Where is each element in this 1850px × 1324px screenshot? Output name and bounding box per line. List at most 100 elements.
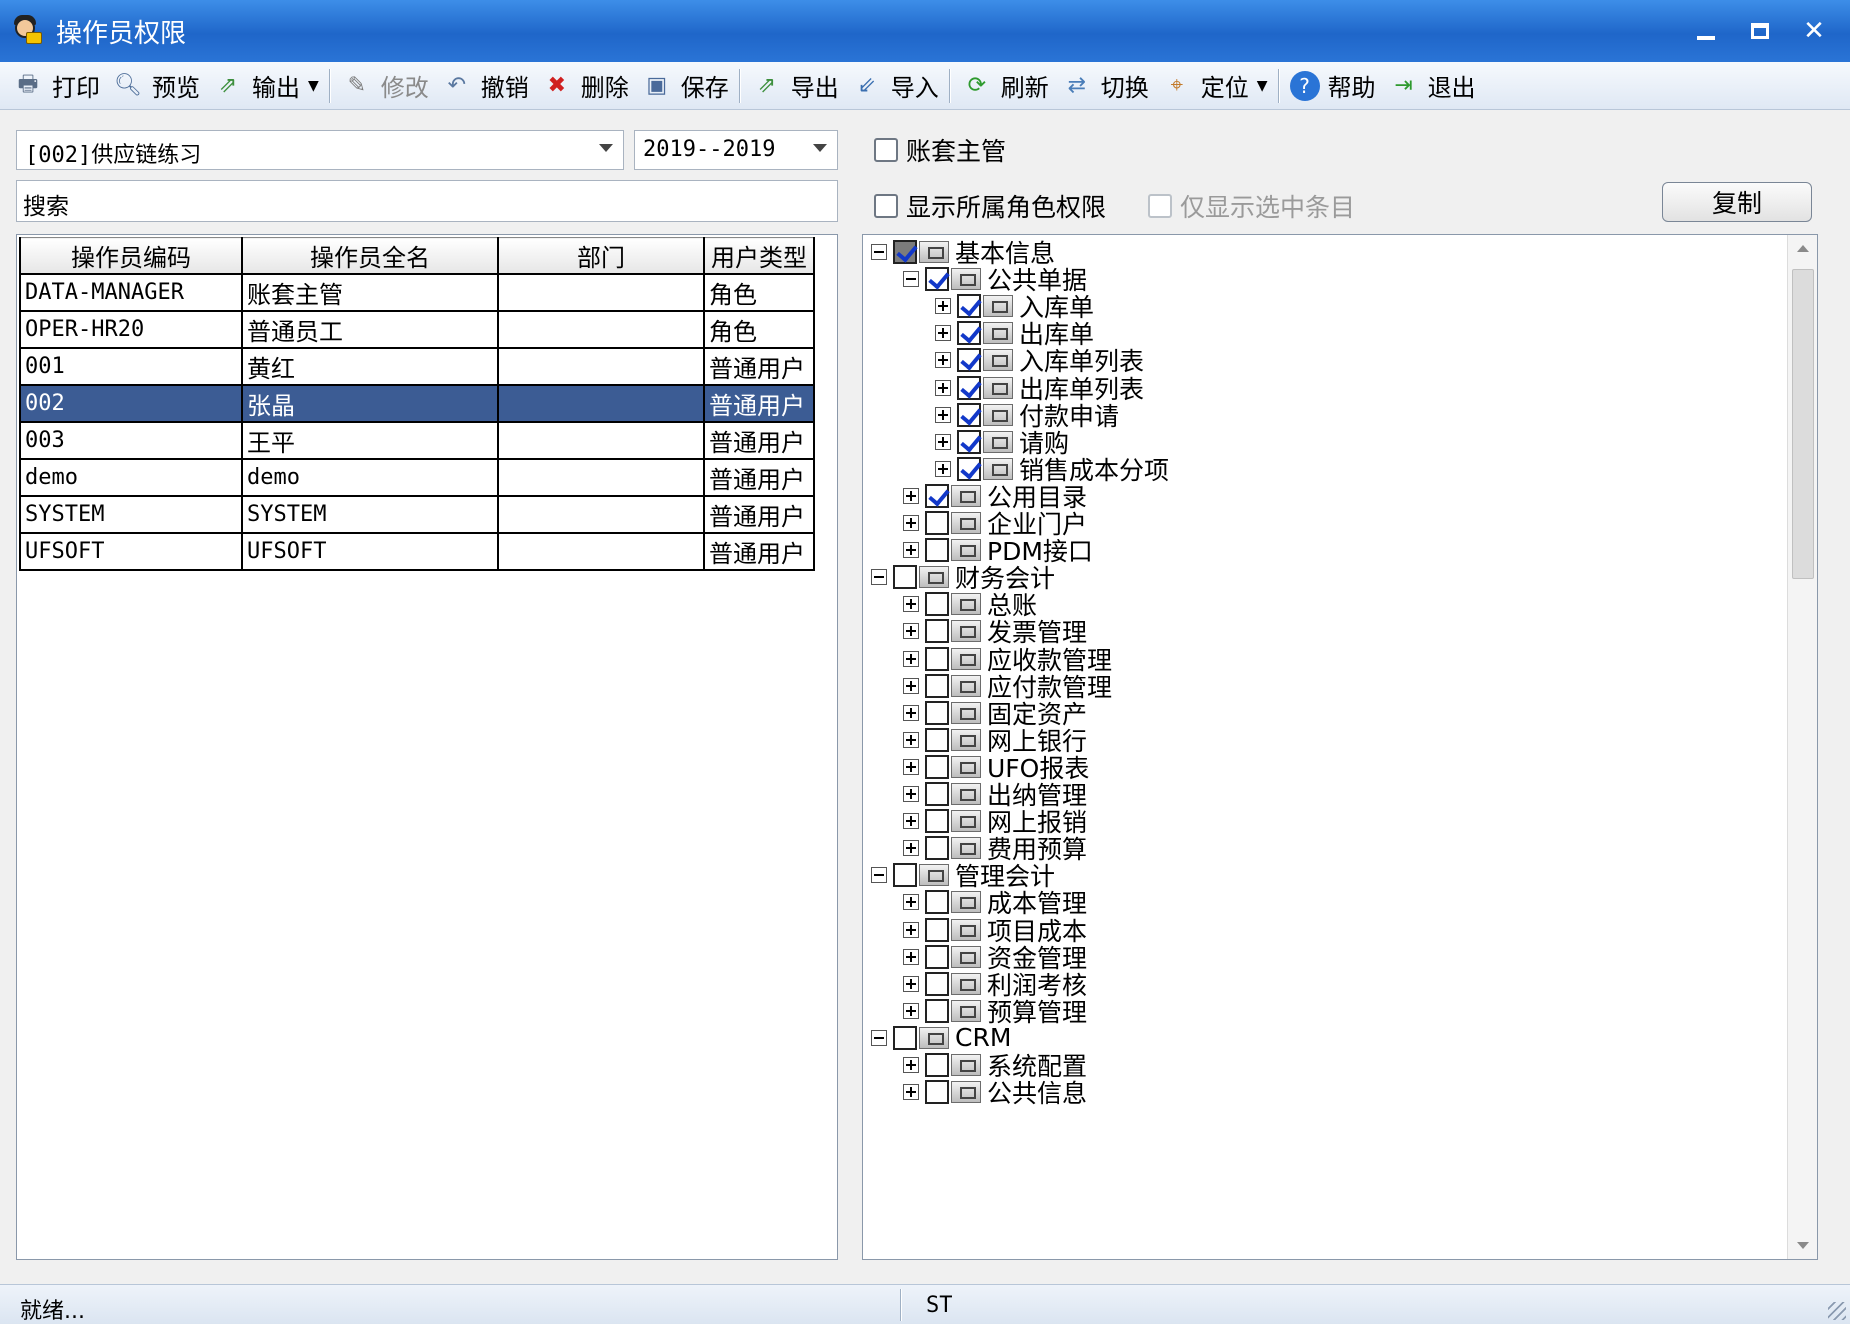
tree-expand-icon[interactable] — [903, 487, 919, 504]
tree-expand-icon[interactable] — [903, 677, 919, 694]
tree-checkbox[interactable] — [957, 429, 981, 454]
tree-checkbox[interactable] — [925, 700, 949, 725]
tree-node[interactable]: 公共信息 — [903, 1077, 1087, 1108]
column-header-dept[interactable]: 部门 — [497, 237, 705, 275]
print-button[interactable]: 🖶 打印 — [6, 65, 106, 107]
tree-checkbox[interactable] — [957, 402, 981, 427]
export-button[interactable]: ⇗ 导出 — [745, 65, 845, 107]
tree-node[interactable]: 预算管理 — [903, 996, 1087, 1027]
tree-checkbox[interactable] — [925, 754, 949, 779]
table-row[interactable]: OPER-HR20 普通员工 角色 — [19, 310, 815, 349]
tree-expand-icon[interactable] — [903, 813, 919, 830]
tree-checkbox[interactable] — [925, 727, 949, 752]
tree-collapse-icon[interactable] — [871, 244, 887, 260]
tree-checkbox[interactable] — [957, 456, 981, 481]
exit-button[interactable]: ⇥ 退出 — [1382, 65, 1482, 107]
tree-expand-icon[interactable] — [935, 406, 951, 423]
tree-checkbox[interactable] — [957, 348, 981, 373]
account-select[interactable]: [002]供应链练习 — [16, 130, 624, 170]
resize-grip-icon[interactable] — [1828, 1302, 1846, 1320]
refresh-button[interactable]: ⟳ 刷新 — [955, 65, 1055, 107]
help-button[interactable]: ? 帮助 — [1284, 65, 1382, 107]
tree-expand-icon[interactable] — [903, 948, 919, 965]
tree-expand-icon[interactable] — [935, 433, 951, 450]
tree-expand-icon[interactable] — [935, 379, 951, 396]
output-button[interactable]: ⇗ 输出 ▼ — [206, 65, 325, 107]
scroll-up-icon[interactable] — [1797, 245, 1809, 252]
locate-button[interactable]: ⌖ 定位 ▼ — [1155, 65, 1274, 107]
tree-checkbox[interactable] — [893, 565, 917, 590]
tree-checkbox[interactable] — [893, 863, 917, 888]
tree-expand-icon[interactable] — [903, 1002, 919, 1019]
tree-expand-icon[interactable] — [903, 542, 919, 559]
column-header-type[interactable]: 用户类型 — [703, 237, 815, 275]
tree-checkbox[interactable] — [925, 1053, 949, 1077]
column-header-code[interactable]: 操作员编码 — [19, 237, 243, 275]
scroll-thumb[interactable] — [1792, 269, 1814, 579]
tree-checkbox[interactable] — [925, 538, 949, 563]
tree-expand-icon[interactable] — [935, 325, 951, 342]
table-row[interactable]: SYSTEM SYSTEM 普通用户 — [19, 495, 815, 534]
table-row[interactable]: UFSOFT UFSOFT 普通用户 — [19, 532, 815, 571]
tree-checkbox[interactable] — [925, 782, 949, 806]
tree-expand-icon[interactable] — [903, 596, 919, 613]
save-button[interactable]: ▣ 保存 — [635, 65, 735, 107]
tree-checkbox[interactable] — [957, 321, 981, 346]
tree-checkbox[interactable] — [925, 890, 949, 915]
tree-collapse-icon[interactable] — [871, 867, 887, 884]
close-button[interactable]: ✕ — [1788, 10, 1840, 52]
tree-collapse-icon[interactable] — [871, 569, 887, 586]
tree-collapse-icon[interactable] — [871, 1029, 887, 1046]
table-row[interactable]: 002 张晶 普通用户 — [19, 384, 815, 423]
modify-button[interactable]: ✎ 修改 — [335, 65, 435, 107]
tree-collapse-icon[interactable] — [903, 271, 919, 288]
year-select[interactable]: 2019--2019 — [634, 130, 838, 170]
minimize-button[interactable] — [1680, 10, 1732, 52]
copy-button[interactable]: 复制 — [1662, 182, 1812, 222]
tree-checkbox[interactable] — [925, 809, 949, 834]
tree-checkbox[interactable] — [925, 1080, 949, 1105]
tree-expand-icon[interactable] — [903, 921, 919, 938]
tree-checkbox[interactable] — [893, 1025, 917, 1050]
tree-expand-icon[interactable] — [903, 731, 919, 748]
tree-checkbox[interactable] — [925, 673, 949, 698]
tree-checkbox[interactable] — [925, 836, 949, 861]
table-row[interactable]: demo demo 普通用户 — [19, 458, 815, 497]
tree-checkbox[interactable] — [957, 294, 981, 319]
tree-expand-icon[interactable] — [903, 786, 919, 802]
table-row[interactable]: DATA-MANAGER 账套主管 角色 — [19, 273, 815, 312]
tree-checkbox[interactable] — [925, 267, 949, 292]
tree-expand-icon[interactable] — [903, 623, 919, 640]
tree-checkbox[interactable] — [925, 646, 949, 671]
tree-checkbox[interactable] — [957, 375, 981, 400]
maximize-button[interactable] — [1734, 10, 1786, 52]
switch-button[interactable]: ⇄ 切换 — [1055, 65, 1155, 107]
tree-expand-icon[interactable] — [903, 1084, 919, 1101]
tree-expand-icon[interactable] — [903, 758, 919, 775]
tree-expand-icon[interactable] — [903, 1057, 919, 1073]
tree-checkbox[interactable] — [925, 619, 949, 644]
tree-expand-icon[interactable] — [935, 298, 951, 315]
tree-expand-icon[interactable] — [903, 894, 919, 911]
tree-expand-icon[interactable] — [903, 515, 919, 531]
table-row[interactable]: 003 王平 普通用户 — [19, 421, 815, 460]
tree-checkbox[interactable] — [925, 917, 949, 942]
search-input[interactable]: 搜索 — [16, 180, 838, 222]
tree-checkbox[interactable] — [925, 971, 949, 996]
tree-checkbox[interactable] — [925, 944, 949, 969]
tree-expand-icon[interactable] — [935, 352, 951, 369]
undo-button[interactable]: ↶ 撤销 — [435, 65, 535, 107]
tree-checkbox[interactable] — [925, 592, 949, 617]
tree-expand-icon[interactable] — [903, 704, 919, 721]
tree-expand-icon[interactable] — [903, 840, 919, 857]
scroll-down-icon[interactable] — [1797, 1242, 1809, 1249]
tree-scrollbar[interactable] — [1787, 235, 1817, 1259]
tree-expand-icon[interactable] — [935, 460, 951, 477]
preview-button[interactable]: 🔍︎ 预览 — [106, 65, 206, 107]
column-header-name[interactable]: 操作员全名 — [241, 237, 499, 275]
import-button[interactable]: ⇙ 导入 — [845, 65, 945, 107]
show-role-perms-checkbox[interactable]: 显示所属角色权限 — [874, 188, 1106, 224]
table-row[interactable]: 001 黄红 普通用户 — [19, 347, 815, 386]
tree-expand-icon[interactable] — [903, 650, 919, 667]
tree-checkbox[interactable] — [925, 511, 949, 535]
